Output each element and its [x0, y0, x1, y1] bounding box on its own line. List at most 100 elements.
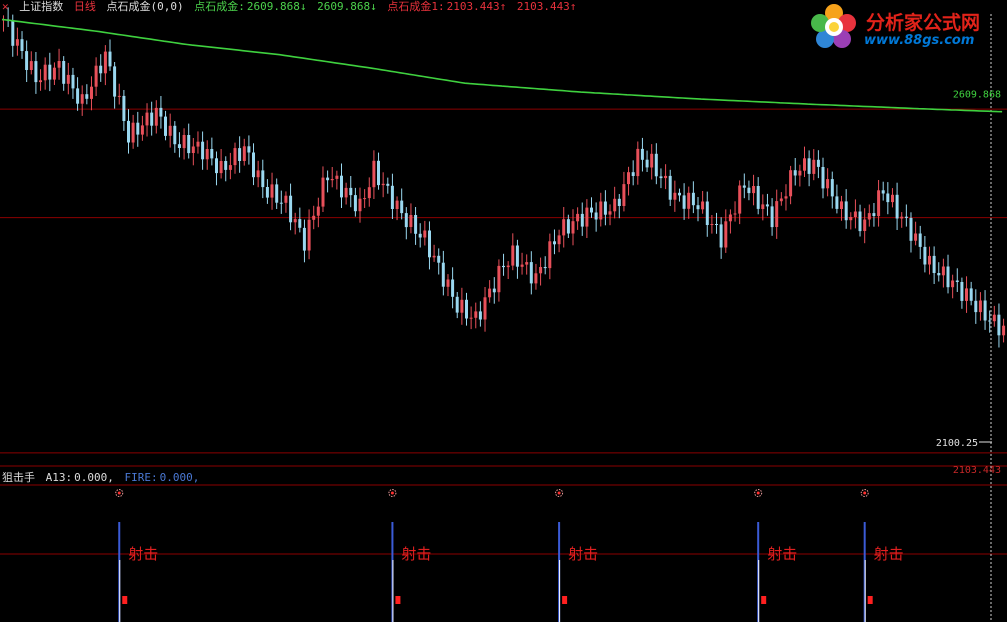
candle-down	[349, 187, 353, 196]
candle-up	[877, 190, 881, 217]
candle-up	[381, 183, 385, 186]
candle-down	[682, 195, 686, 209]
candle-up	[182, 135, 186, 149]
candle-up	[488, 288, 492, 298]
candle-up	[39, 80, 42, 83]
candle-up	[724, 221, 728, 248]
ma-price-label: 2609.868	[953, 90, 1001, 101]
candle-down	[451, 279, 455, 297]
menu-icon[interactable]: ✕	[2, 0, 9, 13]
candle-down	[594, 212, 598, 220]
candle-down	[937, 273, 941, 276]
candle-up	[636, 148, 640, 177]
candle-down	[960, 282, 964, 301]
candle-up	[840, 201, 843, 209]
candle-up	[728, 214, 732, 222]
candle-up	[94, 65, 98, 87]
candle-down	[580, 213, 584, 227]
candle-up	[316, 206, 320, 216]
candle-down	[969, 288, 973, 301]
candle-up	[460, 299, 464, 313]
candle-down	[428, 230, 431, 258]
candle-down	[252, 152, 255, 178]
candle-up	[205, 149, 209, 160]
signal-series: 射击 射击 射击 射击 射击	[115, 489, 904, 622]
candle-up	[117, 95, 121, 97]
main-chart-header: ✕ 上证指数 日线 点石成金(0,0) 点石成金: 2609.868↓ 2609.…	[2, 0, 580, 13]
candle-down	[631, 172, 635, 176]
candle-down	[566, 219, 570, 234]
candle-down	[974, 300, 978, 313]
candle-down	[150, 112, 154, 126]
signal-label: 射击	[767, 545, 797, 563]
candle-up	[826, 179, 830, 189]
candle-up	[585, 207, 589, 227]
candle-down	[108, 51, 112, 67]
candle-down	[34, 61, 38, 83]
candle-down	[858, 211, 862, 232]
candle-up	[469, 317, 473, 319]
signal-flag	[761, 596, 767, 604]
candle-down	[502, 265, 505, 268]
candle-down	[62, 61, 66, 84]
candle-up	[131, 122, 135, 143]
candle-up	[599, 201, 603, 220]
candle-up	[367, 187, 371, 199]
signal-flag	[395, 596, 401, 604]
candle-up	[789, 170, 793, 197]
candle-up	[312, 215, 316, 220]
candle-up	[284, 195, 288, 203]
candle-up	[733, 213, 737, 215]
candle-up	[978, 300, 982, 313]
candle-down	[224, 161, 228, 170]
candle-down	[261, 170, 265, 188]
signal-label: 射击	[568, 545, 598, 563]
candle-up	[395, 200, 399, 209]
candle-up	[219, 161, 223, 174]
signal-marker-dot	[863, 491, 867, 495]
candle-down	[895, 194, 899, 219]
candle-up	[738, 185, 742, 214]
candle-down	[742, 185, 746, 188]
ma1-value: 2103.443↑	[446, 0, 507, 13]
candle-down	[76, 88, 80, 104]
candle-up	[673, 192, 677, 200]
candle-down	[918, 233, 922, 247]
candle-up	[335, 175, 339, 179]
candle-down	[340, 175, 343, 198]
fire-label: FIRE:	[124, 471, 158, 484]
chart-canvas[interactable]: 2609.868 2100.25 2103.443 射击 射击 射击 射击 射击	[0, 0, 1007, 622]
candle-down	[11, 20, 15, 46]
candle-down	[765, 204, 769, 207]
candle-up	[242, 146, 246, 161]
candle-up	[557, 235, 561, 245]
candle-up	[372, 160, 376, 188]
candle-down	[478, 311, 482, 320]
candle-up	[627, 172, 630, 185]
candle-up	[867, 213, 871, 220]
ma1-value-2: 2103.443↑	[516, 0, 577, 13]
candle-down	[400, 200, 404, 214]
candle-down	[210, 149, 214, 159]
candle-up	[853, 211, 857, 217]
candle-up	[539, 267, 543, 274]
candle-up	[761, 204, 765, 209]
candle-up	[941, 266, 945, 276]
candle-down	[492, 288, 496, 293]
signal-marker-dot	[390, 491, 394, 495]
a13-label: A13:	[45, 471, 73, 484]
candle-down	[946, 266, 950, 288]
site-logo: 分析家公式网 www.88gs.com	[808, 2, 1005, 52]
candle-down	[515, 245, 519, 267]
candle-down	[821, 167, 825, 189]
candle-down	[997, 314, 1001, 336]
candle-down	[215, 158, 218, 174]
candle-up	[270, 184, 274, 198]
candle-up	[293, 219, 297, 223]
candle-down	[298, 219, 302, 228]
candle-down	[932, 255, 936, 273]
bottom-value-label: 2103.443	[953, 465, 1001, 476]
candle-up	[534, 273, 538, 284]
logo-title: 分析家公式网	[866, 12, 981, 34]
candle-up	[710, 224, 714, 225]
